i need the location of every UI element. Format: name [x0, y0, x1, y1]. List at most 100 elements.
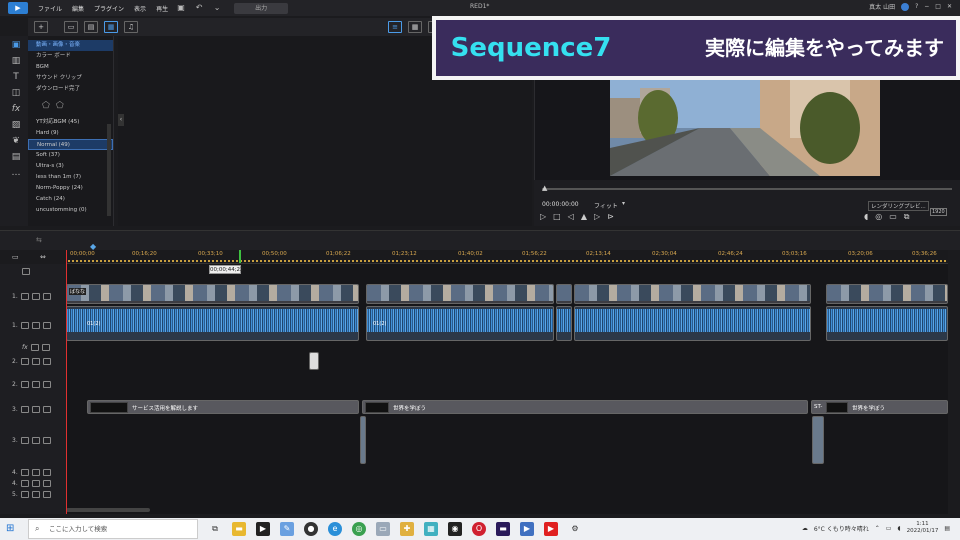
menu-edit[interactable]: 編集 [72, 4, 84, 13]
capture-icon[interactable]: ◉ [448, 522, 462, 536]
subcategory-item[interactable]: Normal (49) [28, 139, 113, 150]
timeline-tracks[interactable]: ばなな 01(2) 01(2) サービス活用を解説します 世界を学ぼう ST- … [66, 264, 948, 514]
track-manager-icon[interactable]: ▭ [12, 253, 19, 261]
track-checkbox-icon[interactable] [31, 405, 40, 413]
menu-view[interactable]: 表示 [134, 4, 146, 13]
quality-badge[interactable]: 1920 [930, 208, 947, 216]
track-toggle-icon[interactable] [22, 267, 30, 275]
prev-frame-icon[interactable]: ◁ [568, 212, 574, 221]
photos-icon[interactable]: ▭ [376, 522, 390, 536]
scrubber-handle-icon[interactable]: ▲ [542, 184, 547, 192]
overlay-clip[interactable] [309, 352, 319, 370]
track-lock-icon[interactable] [42, 490, 51, 498]
save-icon[interactable]: ▣ [176, 3, 186, 13]
undo-icon[interactable]: ↶ [194, 3, 204, 13]
obs-icon[interactable]: ● [304, 522, 318, 536]
opera-icon[interactable]: O [472, 522, 486, 536]
audio-link-clip[interactable] [360, 416, 366, 464]
grid-view-icon[interactable]: ▦ [408, 21, 422, 33]
subcategory-item[interactable]: Hard (9) [28, 128, 113, 139]
chrome-icon[interactable]: ◎ [352, 522, 366, 536]
subcategory-item[interactable]: Ultra-s (3) [28, 161, 113, 172]
track-checkbox-icon[interactable] [31, 468, 40, 476]
minimize-icon[interactable]: − [924, 3, 929, 10]
windows-start-icon[interactable]: ⊞ [6, 523, 18, 535]
subcategory-item[interactable]: Norm-Poppy (24) [28, 183, 113, 194]
category-item[interactable]: サウンド クリップ [28, 73, 113, 84]
media-room-icon[interactable]: ▣ [9, 39, 23, 52]
notification-icon[interactable]: ▤ [944, 525, 950, 532]
track-visible-icon[interactable] [20, 292, 29, 300]
track-lock-icon[interactable] [42, 436, 51, 444]
track-lock-icon[interactable] [42, 357, 51, 365]
weather-icon[interactable]: ☁ [802, 525, 808, 532]
split-tool-icon[interactable]: ⇆ [36, 236, 42, 244]
redo-icon[interactable]: ⌄ [212, 3, 222, 13]
next-frame-icon[interactable]: ▷ [594, 212, 600, 221]
camera-icon[interactable]: ◎ [875, 212, 882, 222]
subtitle-room-icon[interactable]: ▤ [9, 151, 23, 164]
track-lock-icon[interactable] [42, 468, 51, 476]
track-lock-icon[interactable] [42, 479, 51, 487]
track-volume-icon[interactable] [20, 321, 29, 329]
category-item[interactable]: カラー ボード [28, 51, 113, 62]
subcategory-item[interactable]: Soft (37) [28, 150, 113, 161]
image-filter-icon[interactable]: ▤ [84, 21, 98, 33]
help-icon[interactable]: ? [915, 3, 918, 10]
calculator-icon[interactable]: ▦ [424, 522, 438, 536]
audio-clip[interactable] [574, 306, 811, 341]
list-view-icon[interactable]: ≡ [388, 21, 402, 33]
track-checkbox-icon[interactable] [31, 490, 40, 498]
video-filter-icon[interactable]: ▦ [104, 21, 118, 33]
fit-select[interactable]: フィット [594, 201, 618, 210]
track-checkbox-icon[interactable] [31, 380, 40, 388]
stop-icon[interactable]: □ [553, 212, 561, 221]
track-checkbox-icon[interactable] [31, 292, 40, 300]
music-filter-icon[interactable]: ♫ [124, 21, 138, 33]
network-icon[interactable]: ▭ [886, 525, 892, 532]
video-clip[interactable] [556, 284, 572, 304]
audio-clip[interactable]: 01(2) [66, 306, 359, 341]
paint-icon[interactable]: ✎ [280, 522, 294, 536]
category-item[interactable]: ダウンロード完了 [28, 84, 113, 95]
output-button[interactable]: 出力 [234, 2, 289, 14]
track-visible-icon[interactable] [20, 357, 29, 365]
transition-room-icon[interactable]: ◫ [9, 87, 23, 100]
track-visible-icon[interactable] [20, 490, 29, 498]
video-clip[interactable] [826, 284, 948, 304]
display-icon[interactable]: ▭ [889, 212, 897, 222]
premiere-icon[interactable]: ▬ [496, 522, 510, 536]
track-lock-icon[interactable] [42, 292, 51, 300]
particle-room-icon[interactable]: ❦ [9, 135, 23, 148]
track-lock-icon[interactable] [42, 380, 51, 388]
tag-add-icon[interactable]: ⬠ [42, 101, 56, 111]
preview-scrubber[interactable] [542, 188, 952, 190]
audio-clip[interactable] [556, 306, 572, 341]
subcategory-item[interactable]: less than 1m (7) [28, 172, 113, 183]
effect-room-icon[interactable]: fx [9, 103, 23, 116]
collapse-panel-icon[interactable]: ‹ [118, 114, 124, 126]
taskbar-search-box[interactable]: ⌕ ここに入力して検索 [28, 519, 198, 539]
track-checkbox-icon[interactable] [31, 357, 40, 365]
audio-clip[interactable] [826, 306, 948, 341]
taskbar-clock[interactable]: 1:11 2022/01/17 [907, 521, 939, 535]
edge-icon[interactable]: e [328, 522, 342, 536]
maximize-icon[interactable]: □ [935, 3, 941, 10]
tag-remove-icon[interactable]: ⬠ [56, 101, 70, 111]
work-area-bar[interactable] [68, 260, 946, 262]
tray-expand-icon[interactable]: ⌃ [875, 525, 880, 532]
track-volume-icon[interactable] [20, 436, 29, 444]
fit-dropdown-icon[interactable]: ▾ [622, 200, 625, 207]
close-icon[interactable]: ✕ [947, 3, 952, 10]
video-clip[interactable] [574, 284, 811, 304]
track-volume-icon[interactable] [20, 380, 29, 388]
track-volume-icon[interactable] [20, 479, 29, 487]
task-view-icon[interactable]: ⧉ [208, 522, 222, 536]
media-player-icon[interactable]: ▶ [520, 522, 534, 536]
category-item[interactable]: BGM [28, 62, 113, 73]
title-room-icon[interactable]: T [9, 71, 23, 84]
settings-icon[interactable]: ⚙ [568, 522, 582, 536]
youtube-icon[interactable]: ▶ [544, 522, 558, 536]
template-room-icon[interactable]: ▥ [9, 55, 23, 68]
playhead[interactable] [66, 250, 67, 514]
